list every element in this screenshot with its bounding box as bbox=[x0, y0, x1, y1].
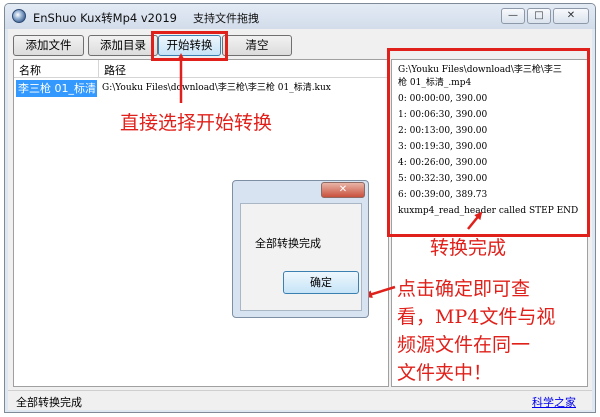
column-header-name[interactable]: 名称 bbox=[19, 62, 41, 78]
row-path-cell[interactable]: G:\Youku Files\download\李三枪\李三枪 01_标清.ku… bbox=[102, 80, 387, 97]
site-link[interactable]: 科学之家 bbox=[532, 394, 576, 410]
status-bar: 全部转换完成 科学之家 bbox=[8, 390, 592, 410]
log-highlight bbox=[387, 48, 590, 237]
annotation-start: 直接选择开始转换 bbox=[120, 112, 273, 134]
app-logo-icon bbox=[12, 9, 26, 23]
clear-button[interactable]: 清空 bbox=[222, 35, 292, 56]
annotation-ok-line: 看，MP4文件与视 bbox=[397, 306, 556, 328]
column-divider[interactable] bbox=[98, 60, 99, 78]
add-directory-button[interactable]: 添加目录 bbox=[88, 35, 158, 56]
maximize-button[interactable]: □ bbox=[527, 8, 551, 24]
annotation-ok-line: 点击确定即可查 bbox=[397, 278, 531, 300]
add-file-button[interactable]: 添加文件 bbox=[13, 35, 84, 56]
minimize-button[interactable]: — bbox=[501, 8, 525, 24]
column-header-path[interactable]: 路径 bbox=[104, 62, 126, 78]
ok-button[interactable]: 确定 bbox=[283, 271, 359, 294]
title-bar[interactable]: EnShuo Kux转Mp4 v2019 支持文件拖拽 — □ ✕ bbox=[5, 4, 595, 29]
completion-dialog: ✕ 全部转换完成 确定 bbox=[232, 180, 369, 318]
row-name-cell[interactable]: 李三枪 01_标清 bbox=[16, 80, 97, 97]
file-list-header: 名称 路径 bbox=[14, 60, 388, 78]
window-title: EnShuo Kux转Mp4 v2019 bbox=[33, 11, 177, 25]
dialog-body: 全部转换完成 确定 bbox=[240, 203, 362, 311]
status-text: 全部转换完成 bbox=[16, 396, 82, 409]
annotation-ok-line: 频源文件在同一 bbox=[397, 334, 531, 356]
annotation-ok-line: 文件夹中！ bbox=[397, 362, 493, 384]
annotation-done: 转换完成 bbox=[430, 237, 507, 259]
close-button[interactable]: ✕ bbox=[553, 8, 589, 24]
dialog-message: 全部转换完成 bbox=[255, 237, 321, 250]
drag-drop-hint: 支持文件拖拽 bbox=[193, 12, 259, 25]
start-button-highlight bbox=[151, 31, 228, 61]
table-row[interactable]: 李三枪 01_标清 G:\Youku Files\download\李三枪\李三… bbox=[14, 80, 388, 97]
dialog-close-button[interactable]: ✕ bbox=[321, 182, 365, 198]
